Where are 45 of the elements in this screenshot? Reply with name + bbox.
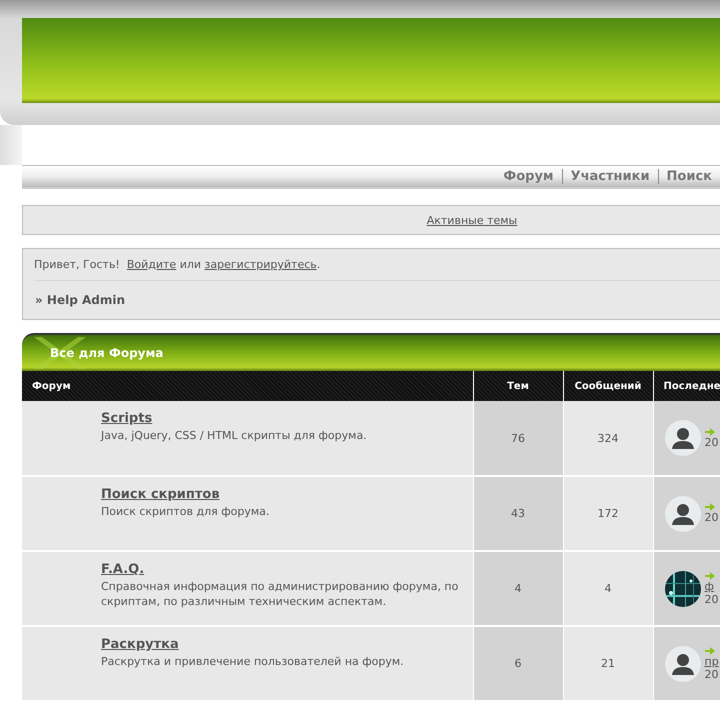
avatar-icon bbox=[664, 420, 700, 456]
last-post-date: 20 bbox=[704, 511, 718, 524]
greeting-text: Привет, Гость! bbox=[34, 258, 120, 271]
last-post-link[interactable]: пр bbox=[704, 654, 719, 668]
last-post-link[interactable]: ф bbox=[704, 580, 718, 592]
last-post-date: 20 bbox=[704, 436, 718, 448]
topic-count: 4 bbox=[514, 582, 522, 595]
nav-link[interactable]: Участники bbox=[562, 169, 658, 184]
arrow-icon bbox=[704, 572, 714, 580]
forum-title-link[interactable]: Поиск скриптов bbox=[101, 487, 220, 502]
category-title: Все для Форума bbox=[50, 346, 164, 360]
arrow-icon bbox=[704, 428, 714, 436]
topic-count: 76 bbox=[511, 432, 525, 444]
arrow-icon bbox=[704, 646, 714, 654]
nav-link[interactable]: Форум bbox=[495, 169, 562, 184]
forum-description: Справочная информация по администрированию форума, по скриптам, по различным техническим аспектам. bbox=[101, 579, 460, 609]
last-post-date: 20 bbox=[704, 592, 718, 606]
avatar-icon bbox=[664, 646, 700, 682]
column-header: Последне bbox=[653, 371, 720, 401]
arrow-icon bbox=[704, 503, 714, 511]
forum-description: Поиск скриптов для форума. bbox=[101, 504, 270, 519]
column-header: Тем bbox=[473, 371, 563, 401]
register-link[interactable]: зарегистрируйтесь bbox=[204, 258, 317, 271]
topic-count: 43 bbox=[511, 507, 525, 520]
post-count: 4 bbox=[604, 582, 612, 595]
avatar-icon bbox=[664, 496, 700, 532]
forum-description: Java, jQuery, CSS / HTML скрипты для форума. bbox=[101, 428, 368, 443]
post-count: 324 bbox=[598, 432, 618, 444]
login-link[interactable]: Войдите bbox=[126, 258, 176, 271]
last-post-date: 20 bbox=[704, 668, 719, 680]
column-header: Сообщений bbox=[563, 371, 653, 401]
side-shade bbox=[0, 125, 22, 165]
active-topics-link[interactable]: Активные темы bbox=[426, 214, 518, 226]
post-count: 21 bbox=[601, 657, 615, 670]
forum-title-link[interactable]: F.A.Q. bbox=[101, 562, 144, 577]
forum-description: Раскрутка и привлечение пользователей на форум. bbox=[101, 654, 405, 669]
or-text: или bbox=[180, 258, 202, 271]
forum-title-link[interactable]: Раскрутка bbox=[101, 637, 179, 652]
breadcrumb[interactable]: » Help Admin bbox=[35, 293, 126, 307]
column-header: Форум bbox=[22, 371, 473, 401]
topic-count: 6 bbox=[514, 657, 522, 670]
forum-title-link[interactable]: Scripts bbox=[101, 411, 152, 426]
post-count: 172 bbox=[598, 507, 618, 520]
nav-link[interactable]: Поиск bbox=[658, 169, 720, 184]
period-text: . bbox=[316, 258, 320, 271]
